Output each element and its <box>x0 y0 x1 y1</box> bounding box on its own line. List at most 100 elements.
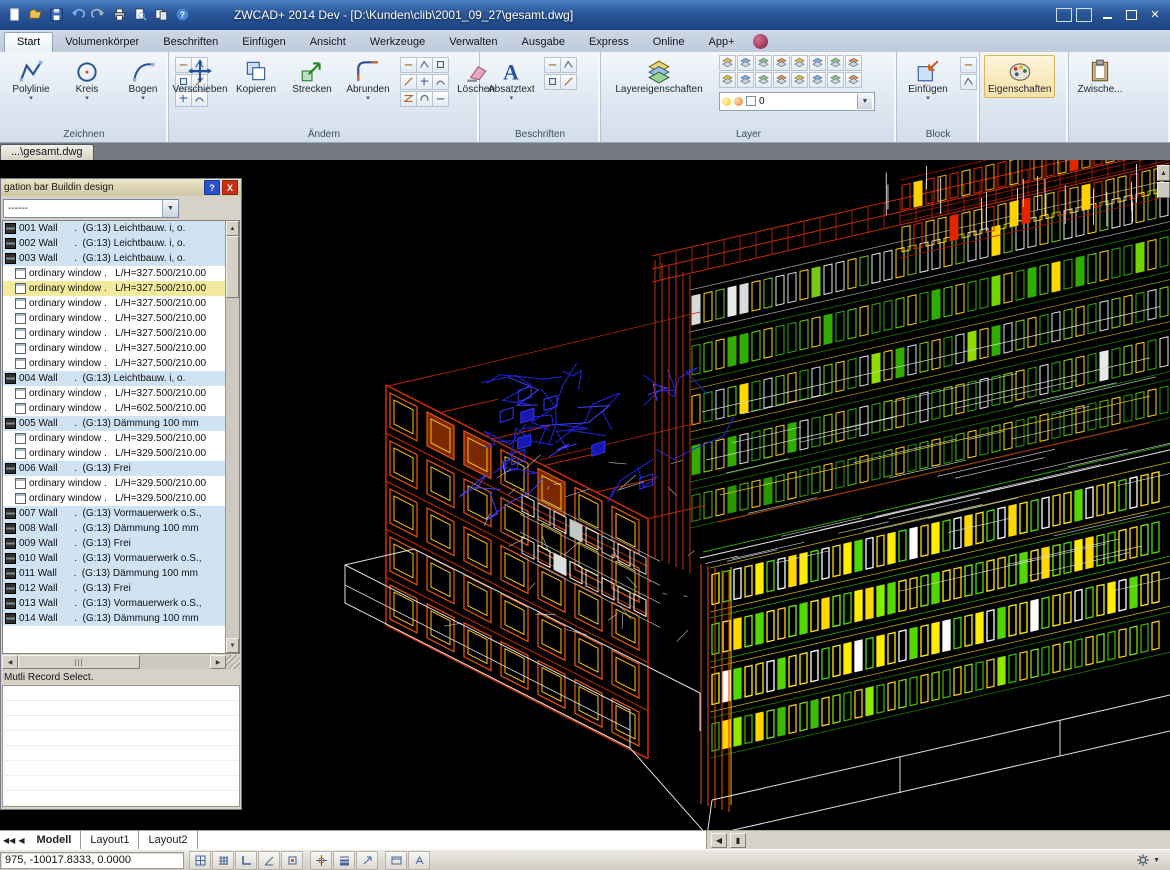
minimize-button[interactable] <box>1096 7 1118 23</box>
scroll-up-icon[interactable]: ▲ <box>1157 165 1170 181</box>
list-item-wall[interactable]: 008 Wall . (G:13) Dämmung 100 mm <box>3 521 225 536</box>
list-item-window[interactable]: ordinary window . L/H=602.500/210.00 <box>3 401 225 416</box>
tool-icon[interactable] <box>400 57 417 73</box>
scroll-down-icon[interactable]: ▼ <box>226 638 239 653</box>
tab-volumenk-rper[interactable]: Volumenkörper <box>53 33 151 52</box>
layer-select[interactable]: 0 ▼ <box>719 92 875 111</box>
first-layout-icon[interactable]: ◀◀ <box>3 836 15 845</box>
layer-tool-icon[interactable] <box>755 55 772 71</box>
layer-tool-icon[interactable] <box>845 55 862 71</box>
list-item-wall[interactable]: 009 Wall . (G:13) Frei <box>3 536 225 551</box>
list-item-wall[interactable]: 011 Wall . (G:13) Dämmung 100 mm <box>3 566 225 581</box>
tool-icon[interactable] <box>400 91 417 107</box>
list-item-window[interactable]: ordinary window . L/H=327.500/210.00 <box>3 281 225 296</box>
mdi-window-icon[interactable] <box>1076 8 1092 22</box>
chevron-down-icon[interactable]: ▼ <box>162 200 178 217</box>
move-button[interactable]: Verschieben <box>173 55 227 98</box>
clipboard-button[interactable]: Zwische... <box>1073 55 1127 98</box>
layer-tool-icon[interactable] <box>809 55 826 71</box>
palette-vscrollbar[interactable]: ▲ ▼ <box>225 221 239 653</box>
resize-grip[interactable] <box>226 655 240 669</box>
statusbar-settings[interactable]: ▼ <box>1136 853 1170 867</box>
list-item-window[interactable]: ordinary window . L/H=327.500/210.00 <box>3 326 225 341</box>
tab-ansicht[interactable]: Ansicht <box>298 33 358 52</box>
drawing-canvas[interactable]: ▲ gation bar Buildin design ? X ------ ▼… <box>0 160 1170 830</box>
tool-icon[interactable] <box>400 74 417 90</box>
list-item-window[interactable]: ordinary window . L/H=329.500/210.00 <box>3 491 225 506</box>
palette-close-button[interactable]: X <box>222 180 238 195</box>
canvas-scrollbar[interactable]: ▲ <box>1157 165 1170 198</box>
arc-button[interactable]: Bogen ▾ <box>116 55 170 105</box>
list-item-wall[interactable]: 013 Wall . (G:13) Vormauerwerk o.S., <box>3 596 225 611</box>
tab-beschriften[interactable]: Beschriften <box>151 33 230 52</box>
layer-tool-icon[interactable] <box>719 55 736 71</box>
scroll-left-icon[interactable]: ◀ <box>711 833 727 848</box>
print-icon[interactable] <box>109 6 129 24</box>
list-item-window[interactable]: ordinary window . L/H=329.500/210.00 <box>3 446 225 461</box>
annotation-toggle[interactable] <box>408 851 430 870</box>
layer-properties-button[interactable]: Layereigenschaften <box>605 55 713 98</box>
save-icon[interactable] <box>46 6 66 24</box>
etrack-toggle[interactable] <box>310 851 332 870</box>
maximize-button[interactable] <box>1120 7 1142 23</box>
model-toggle[interactable] <box>385 851 407 870</box>
list-item-window[interactable]: ordinary window . L/H=327.500/210.00 <box>3 266 225 281</box>
list-item-wall[interactable]: 007 Wall . (G:13) Vormauerwerk o.S., <box>3 506 225 521</box>
tab-start[interactable]: Start <box>4 32 53 52</box>
tool-icon[interactable] <box>960 57 977 73</box>
prev-layout-icon[interactable]: ◀ <box>18 836 24 845</box>
tab-ausgabe[interactable]: Ausgabe <box>510 33 577 52</box>
scroll-thumb[interactable]: ▮ <box>730 833 746 848</box>
ribbon-extra-icon[interactable] <box>753 34 768 49</box>
list-item-window[interactable]: ordinary window . L/H=329.500/210.00 <box>3 476 225 491</box>
snap-toggle[interactable] <box>189 851 211 870</box>
document-tab[interactable]: ...\gesamt.dwg <box>0 144 94 160</box>
layout-nav[interactable]: ◀◀ ◀ <box>0 831 27 849</box>
filter-dropdown[interactable]: ------ ▼ <box>3 199 179 218</box>
list-item-window[interactable]: ordinary window . L/H=327.500/210.00 <box>3 311 225 326</box>
list-item-wall[interactable]: 014 Wall . (G:13) Dämmung 100 mm <box>3 611 225 626</box>
scroll-right-icon[interactable]: ▶ <box>210 655 226 669</box>
lwt-toggle[interactable] <box>333 851 355 870</box>
layout-tab-layout2[interactable]: Layout2 <box>139 831 197 849</box>
open-icon[interactable] <box>25 6 45 24</box>
layout-tab-modell[interactable]: Modell <box>27 831 81 849</box>
scroll-up-icon[interactable]: ▲ <box>226 221 239 236</box>
scroll-left-icon[interactable]: ◀ <box>2 655 18 669</box>
palette-hscrollbar[interactable]: ◀ ▶ <box>2 655 240 669</box>
tool-icon[interactable] <box>960 74 977 90</box>
scroll-thumb[interactable] <box>18 655 140 669</box>
layer-tool-icon[interactable] <box>737 55 754 71</box>
list-item-wall[interactable]: 010 Wall . (G:13) Vormauerwerk o.S., <box>3 551 225 566</box>
layer-tool-icon[interactable] <box>791 72 808 88</box>
list-item-window[interactable]: ordinary window . L/H=327.500/210.00 <box>3 341 225 356</box>
mdi-window-icon[interactable] <box>1056 8 1072 22</box>
tab-werkzeuge[interactable]: Werkzeuge <box>358 33 437 52</box>
tool-icon[interactable] <box>432 57 449 73</box>
circle-button[interactable]: Kreis ▾ <box>60 55 114 105</box>
help-icon[interactable]: ? <box>172 6 192 24</box>
properties-button[interactable]: Eigenschaften <box>984 55 1055 98</box>
tool-icon[interactable] <box>560 74 577 90</box>
tool-icon[interactable] <box>544 74 561 90</box>
layer-tool-icon[interactable] <box>773 55 790 71</box>
grid-toggle[interactable] <box>212 851 234 870</box>
ortho-toggle[interactable] <box>235 851 257 870</box>
layer-tool-icon[interactable] <box>773 72 790 88</box>
list-item-window[interactable]: ordinary window . L/H=327.500/210.00 <box>3 386 225 401</box>
list-item-wall[interactable]: 006 Wall . (G:13) Frei <box>3 461 225 476</box>
layer-tool-icon[interactable] <box>827 72 844 88</box>
preview-icon[interactable] <box>130 6 150 24</box>
tool-icon[interactable] <box>432 91 449 107</box>
palette-titlebar[interactable]: gation bar Buildin design ? X <box>1 179 241 196</box>
palette-help-button[interactable]: ? <box>204 180 220 195</box>
esnap-toggle[interactable] <box>281 851 303 870</box>
list-item-window[interactable]: ordinary window . L/H=327.500/210.00 <box>3 356 225 371</box>
chevron-down-icon[interactable]: ▼ <box>1153 857 1160 864</box>
tool-icon[interactable] <box>544 57 561 73</box>
tab-app-[interactable]: App+ <box>697 33 747 52</box>
list-item-wall[interactable]: 003 Wall . (G:13) Leichtbauw. i, o. <box>3 251 225 266</box>
tool-icon[interactable] <box>416 74 433 90</box>
list-item-wall[interactable]: 004 Wall . (G:13) Leichtbauw. i, o. <box>3 371 225 386</box>
dyn-toggle[interactable] <box>356 851 378 870</box>
